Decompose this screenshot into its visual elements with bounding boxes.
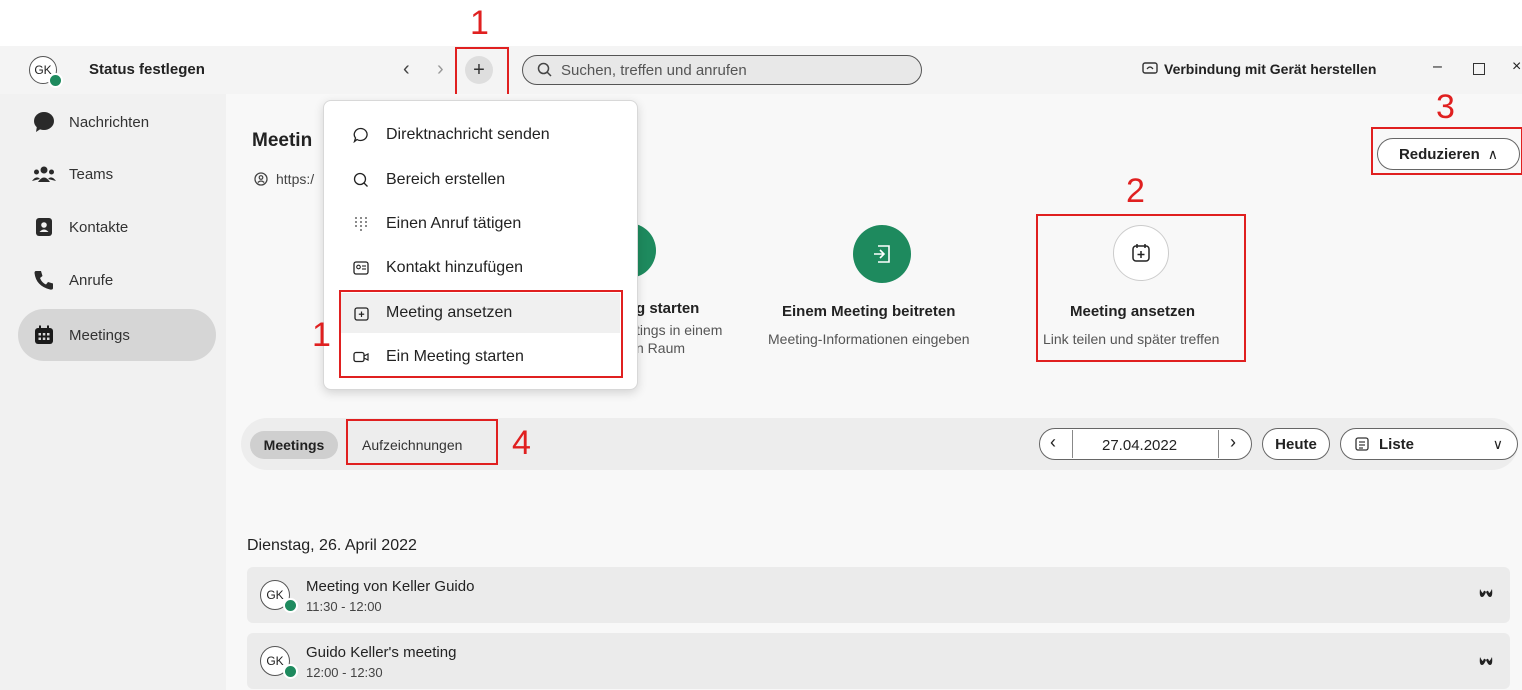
chat-bubble-icon: [32, 110, 56, 134]
phone-icon: [32, 268, 56, 292]
meeting-row[interactable]: [247, 567, 1510, 623]
date-value[interactable]: 27.04.2022: [1102, 437, 1177, 454]
date-divider-left: [1072, 430, 1073, 458]
dialpad-icon: [350, 216, 372, 232]
annotation-number-2: 2: [1126, 172, 1145, 210]
presence-indicator: [283, 598, 298, 613]
webex-icon: [1478, 654, 1494, 672]
tab-meetings[interactable]: Meetings: [250, 431, 338, 459]
meeting-title: Meeting von Keller Guido: [306, 578, 475, 595]
annotation-box-menu-items: [339, 290, 623, 378]
sidebar-item-messages[interactable]: Nachrichten: [18, 96, 216, 148]
meeting-link[interactable]: https:/: [254, 171, 314, 187]
meeting-time: 11:30 - 12:00: [306, 599, 382, 614]
back-arrow-icon[interactable]: ‹: [403, 58, 410, 81]
start-meeting-card-title[interactable]: g starten: [636, 300, 699, 317]
annotation-number-1-top: 1: [470, 4, 489, 42]
join-door-icon: [874, 245, 890, 263]
menu-item-add-contact[interactable]: Kontakt hinzufügen: [340, 248, 620, 288]
join-meeting-card-title[interactable]: Einem Meeting beitreten: [782, 303, 955, 320]
annotation-number-4: 4: [512, 424, 531, 462]
meeting-title: Guido Keller's meeting: [306, 644, 457, 661]
search-icon: [537, 62, 552, 77]
search-input[interactable]: Suchen, treffen und anrufen: [522, 55, 922, 85]
annotation-number-3: 3: [1436, 88, 1455, 126]
menu-item-make-call[interactable]: Einen Anruf tätigen: [340, 204, 620, 244]
meeting-row[interactable]: [247, 633, 1510, 689]
annotation-box-plus: [455, 47, 509, 101]
chat-icon: [350, 127, 372, 143]
meeting-time: 12:00 - 12:30: [306, 665, 383, 680]
sidebar-item-calls[interactable]: Anrufe: [18, 254, 216, 306]
contacts-icon: [32, 215, 56, 239]
annotation-box-recordings: [346, 419, 498, 465]
sidebar-item-contacts[interactable]: Kontakte: [18, 201, 216, 253]
maximize-button[interactable]: [1473, 63, 1485, 75]
space-icon: [350, 172, 372, 188]
sidebar-item-teams[interactable]: Teams: [18, 148, 216, 200]
page-title: Meetin: [252, 130, 313, 151]
presence-indicator: [283, 664, 298, 679]
contact-card-icon: [350, 261, 372, 275]
sidebar-item-meetings[interactable]: Meetings: [18, 309, 216, 361]
connect-device-button[interactable]: Verbindung mit Gerät herstellen: [1142, 61, 1376, 77]
annotation-box-schedule: [1036, 214, 1246, 362]
start-meeting-card-desc1: tings in einem: [636, 322, 723, 338]
presence-indicator: [48, 73, 63, 88]
annotation-box-collapse: [1371, 127, 1522, 175]
webex-icon: [1478, 586, 1494, 604]
minimize-button[interactable]: –: [1433, 58, 1442, 76]
menu-item-direct-message[interactable]: Direktnachricht senden: [340, 115, 620, 155]
calendar-icon: [32, 323, 56, 347]
people-icon: [32, 162, 56, 186]
personal-room-icon: [254, 172, 268, 186]
previous-date-icon[interactable]: ‹: [1050, 432, 1056, 453]
start-meeting-card-desc2: n Raum: [636, 340, 686, 356]
status-label[interactable]: Status festlegen: [89, 61, 205, 78]
list-icon: [1355, 437, 1369, 451]
menu-item-create-space[interactable]: Bereich erstellen: [340, 160, 620, 200]
view-select[interactable]: Liste ∨: [1340, 428, 1518, 460]
chevron-down-icon: ∨: [1492, 435, 1503, 452]
annotation-number-1-menu: 1: [312, 316, 331, 354]
next-date-icon[interactable]: ›: [1230, 432, 1236, 453]
today-button[interactable]: Heute: [1262, 428, 1330, 460]
close-button[interactable]: ×: [1512, 58, 1521, 76]
date-divider-right: [1218, 430, 1219, 458]
screen-share-icon: [1142, 62, 1158, 74]
join-meeting-card-desc: Meeting-Informationen eingeben: [768, 331, 970, 347]
forward-arrow-icon[interactable]: ›: [437, 58, 444, 81]
join-meeting-card-icon[interactable]: [853, 225, 911, 283]
day-heading: Dienstag, 26. April 2022: [247, 537, 417, 554]
